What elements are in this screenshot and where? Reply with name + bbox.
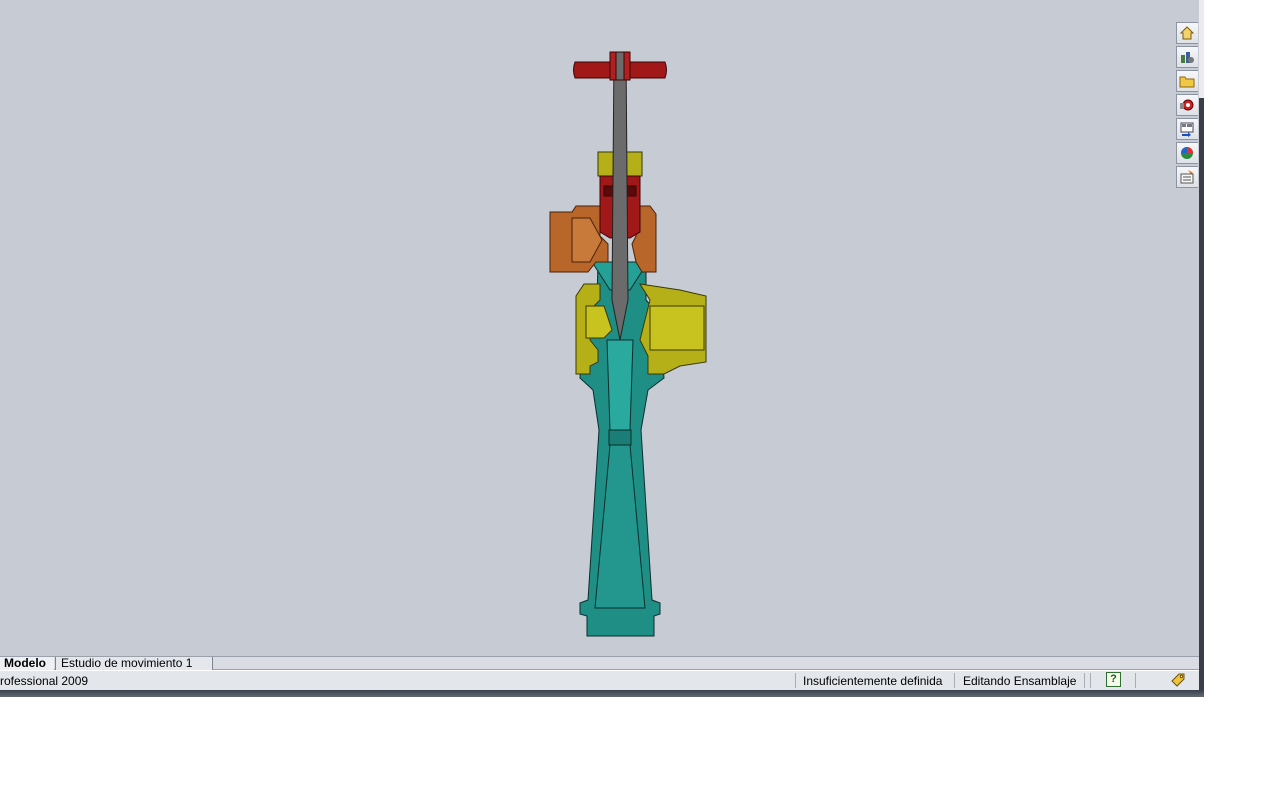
tab-estudio-movimiento[interactable]: Estudio de movimiento 1 bbox=[55, 657, 213, 670]
window-border bbox=[1199, 0, 1204, 697]
status-definition: Insuficientemente definida bbox=[803, 674, 943, 688]
file-explorer-icon[interactable] bbox=[1176, 70, 1198, 92]
status-bar: rofessional 2009 Insuficientemente defin… bbox=[0, 670, 1199, 690]
status-separator bbox=[1135, 673, 1136, 688]
section-view-model[interactable] bbox=[0, 0, 1199, 656]
application-window: Modelo Estudio de movimiento 1 rofession… bbox=[0, 0, 1204, 697]
search-icon[interactable] bbox=[1176, 94, 1198, 116]
status-separator bbox=[1090, 673, 1091, 688]
status-mode: Editando Ensamblaje bbox=[963, 674, 1077, 688]
valve-handle bbox=[573, 51, 667, 81]
tab-modelo[interactable]: Modelo bbox=[0, 657, 54, 670]
status-separator bbox=[954, 673, 955, 688]
tag-icon[interactable] bbox=[1170, 672, 1186, 688]
help-icon[interactable]: ? bbox=[1106, 672, 1121, 687]
solidworks-resources-icon[interactable] bbox=[1176, 22, 1198, 44]
design-library-icon[interactable] bbox=[1176, 46, 1198, 68]
status-separator bbox=[795, 673, 796, 688]
graphics-viewport[interactable] bbox=[0, 0, 1199, 656]
custom-properties-icon[interactable] bbox=[1176, 166, 1198, 188]
valve-stem bbox=[611, 53, 629, 341]
window-border-highlight bbox=[1199, 0, 1204, 98]
view-palette-icon[interactable] bbox=[1176, 118, 1198, 140]
appearances-scenes-icon[interactable] bbox=[1176, 142, 1198, 164]
status-separator bbox=[1084, 673, 1085, 688]
task-pane-tabs bbox=[1175, 20, 1199, 190]
model-tabs-bar: Modelo Estudio de movimiento 1 bbox=[0, 656, 1199, 670]
window-bottom-border bbox=[0, 690, 1204, 697]
status-product: rofessional 2009 bbox=[0, 674, 89, 688]
